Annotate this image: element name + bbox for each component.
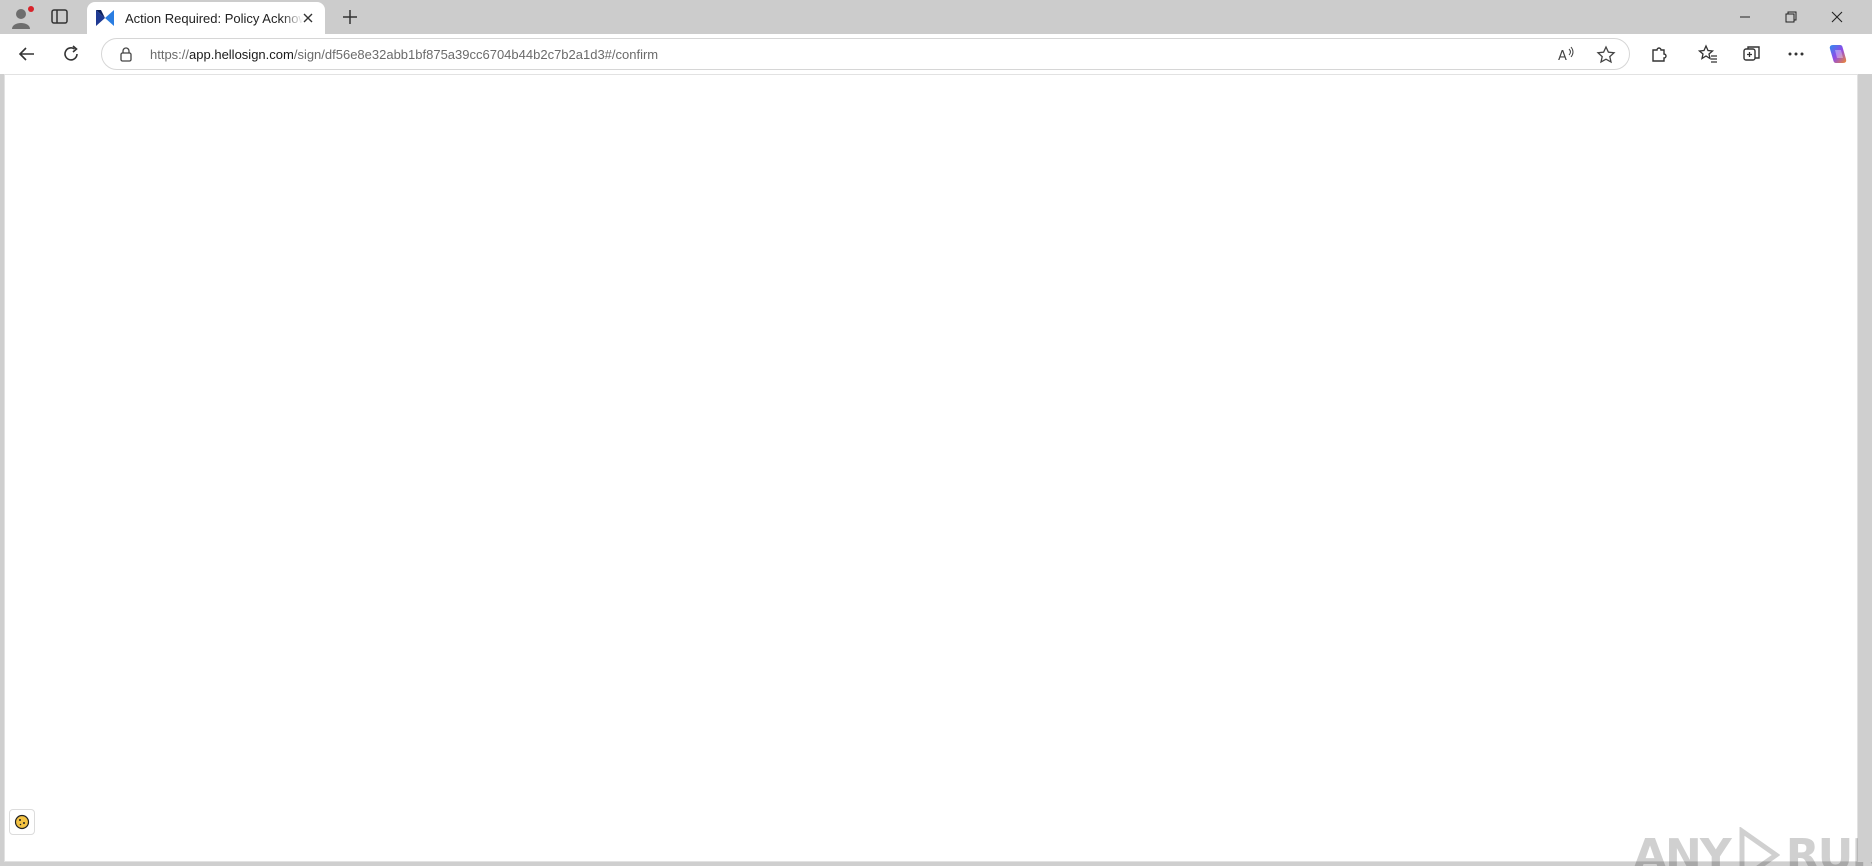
page-content: ANY RUN [4, 74, 1872, 866]
plus-icon[interactable] [340, 7, 360, 27]
minimize-button[interactable] [1722, 0, 1768, 34]
url-scheme: https:// [150, 47, 190, 62]
notification-dot [28, 6, 34, 12]
url-path: /sign/df56e8e32abb1bf875a39cc6704b44b2c7… [293, 47, 659, 62]
back-arrow-icon[interactable] [14, 42, 40, 66]
tab-title: Action Required: Policy Acknowledgement [125, 10, 303, 26]
lock-icon[interactable] [118, 46, 134, 62]
star-icon[interactable] [1596, 45, 1616, 65]
puzzle-icon[interactable] [1646, 42, 1672, 66]
read-aloud-icon[interactable]: A [1556, 45, 1576, 65]
restore-button[interactable] [1768, 0, 1814, 34]
profile-icon[interactable] [10, 6, 34, 30]
cookie-icon[interactable] [9, 809, 35, 835]
copilot-icon[interactable] [1825, 42, 1851, 66]
tab-active[interactable]: Action Required: Policy Acknowledgement [87, 2, 325, 34]
address-bar[interactable]: https://app.hellosign.com/sign/df56e8e32… [101, 38, 1630, 70]
tab-strip: Action Required: Policy Acknowledgement [0, 0, 1872, 34]
refresh-icon[interactable] [58, 42, 84, 66]
close-window-button[interactable] [1814, 0, 1860, 34]
workspaces-icon[interactable] [50, 8, 70, 26]
more-dots-icon[interactable] [1783, 42, 1809, 66]
browser-toolbar: https://app.hellosign.com/sign/df56e8e32… [0, 34, 1872, 74]
anyrun-watermark: ANY RUN [1633, 827, 1872, 866]
close-tab-icon[interactable] [301, 11, 315, 25]
url-text[interactable]: https://app.hellosign.com/sign/df56e8e32… [150, 47, 658, 62]
url-host: app.hellosign.com [189, 47, 294, 62]
play-icon [1739, 827, 1780, 866]
collections-icon[interactable] [1739, 42, 1765, 66]
svg-text:A: A [1558, 49, 1567, 64]
favorites-list-icon[interactable] [1695, 42, 1721, 66]
browser-window: Action Required: Policy Acknowledgement [0, 0, 1872, 866]
watermark-left-text: ANY [1633, 829, 1732, 866]
right-edge-gutter [1858, 74, 1872, 862]
hellosign-logo-icon [95, 9, 115, 27]
